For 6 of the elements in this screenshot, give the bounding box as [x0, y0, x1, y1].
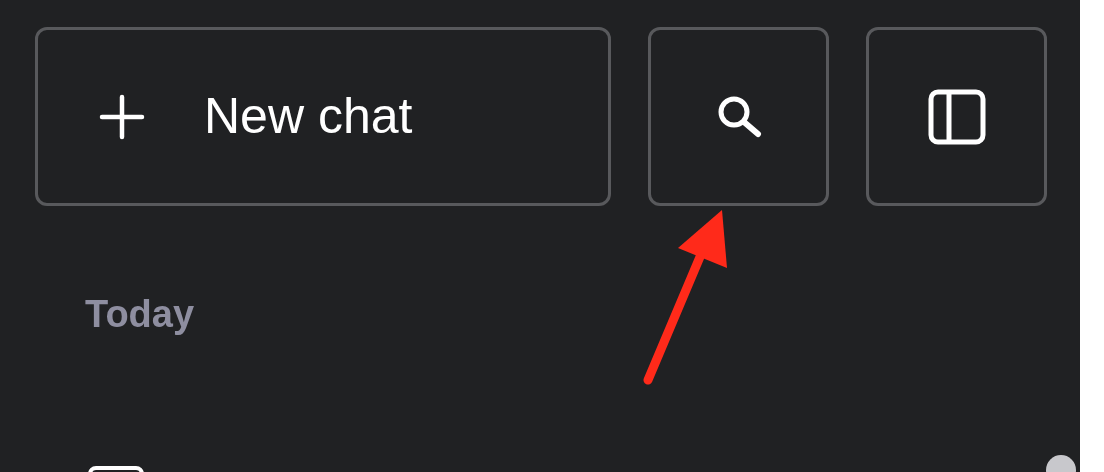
sidebar-icon	[927, 88, 986, 145]
chat-icon	[88, 466, 144, 472]
sidebar-toggle-button[interactable]	[866, 27, 1047, 206]
plus-icon	[98, 92, 146, 141]
new-chat-button[interactable]: New chat	[35, 27, 611, 206]
section-heading: Today	[85, 293, 195, 335]
